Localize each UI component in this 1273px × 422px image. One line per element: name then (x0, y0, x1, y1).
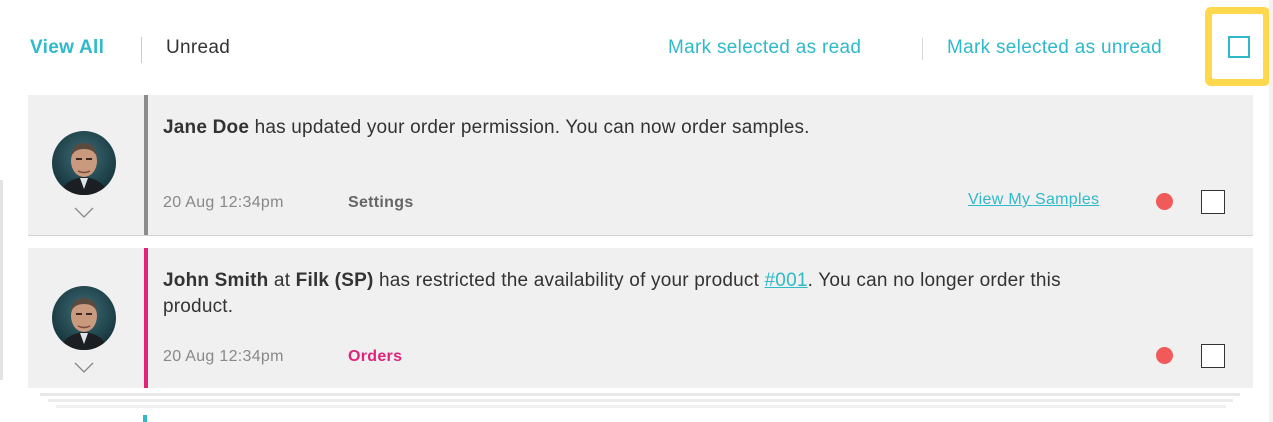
category-label: Settings (348, 194, 414, 211)
product-link[interactable]: #001 (765, 270, 808, 291)
chevron-down-icon[interactable] (74, 362, 94, 374)
notification-toolbar: View All Unread Mark selected as read Ma… (0, 0, 1273, 95)
select-checkbox[interactable] (1201, 190, 1225, 214)
message-text: at (268, 270, 296, 291)
category-color-bar (144, 248, 148, 388)
category-color-bar (144, 95, 148, 235)
chevron-down-icon[interactable] (74, 207, 94, 219)
unread-indicator-icon (1156, 347, 1173, 364)
notification-item[interactable]: Jane Doe has updated your order permissi… (28, 95, 1253, 236)
stacked-card-edge (56, 405, 1226, 408)
category-label: Orders (348, 348, 403, 365)
timestamp: 20 Aug 12:34pm (163, 194, 284, 211)
message-text: has updated your order permission. You c… (249, 117, 810, 138)
scrollbar-track[interactable] (1269, 0, 1273, 422)
unread-indicator-icon (1156, 193, 1173, 210)
view-my-samples-link[interactable]: View My Samples (968, 191, 1099, 209)
select-all-checkbox[interactable] (1228, 36, 1250, 58)
tab-divider (141, 37, 142, 63)
next-notification-bar (143, 415, 147, 422)
company-name: Filk (SP) (295, 270, 374, 291)
mark-selected-unread-button[interactable]: Mark selected as unread (947, 37, 1162, 59)
avatar (52, 286, 116, 350)
notification-message: Jane Doe has updated your order permissi… (163, 115, 1083, 141)
stacked-card-edge (40, 393, 1240, 396)
avatar (52, 131, 116, 195)
tab-view-all[interactable]: View All (30, 37, 104, 59)
actor-name: Jane Doe (163, 117, 250, 138)
mark-selected-read-button[interactable]: Mark selected as read (668, 37, 861, 59)
stacked-card-edge (48, 399, 1233, 402)
tab-unread[interactable]: Unread (166, 37, 230, 59)
notification-item[interactable]: John Smith at Filk (SP) has restricted t… (28, 248, 1253, 388)
timestamp: 20 Aug 12:34pm (163, 348, 284, 365)
select-checkbox[interactable] (1201, 344, 1225, 368)
actor-name: John Smith (163, 270, 269, 291)
message-text: has restricted the availability of your … (373, 270, 765, 291)
left-edge (0, 180, 3, 380)
action-divider (922, 38, 923, 60)
notification-message: John Smith at Filk (SP) has restricted t… (163, 268, 1083, 320)
